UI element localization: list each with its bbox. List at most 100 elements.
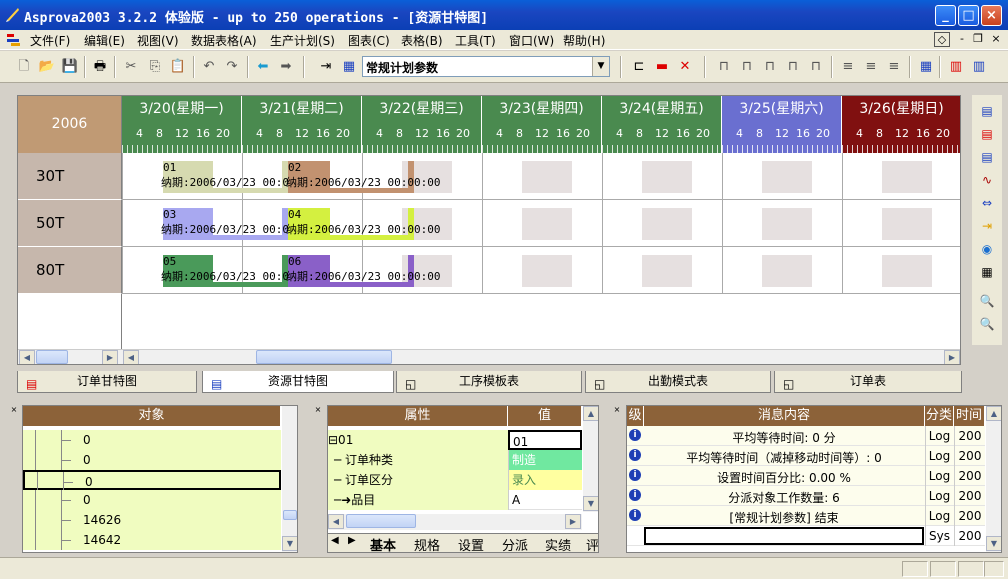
resource-80t[interactable]: 80T — [18, 247, 122, 294]
property-row[interactable]: ─➜品目 A — [328, 490, 582, 510]
undo-icon[interactable]: ↶ — [199, 57, 219, 77]
tab-attendance-pattern[interactable]: ◱ 出勤模式表 — [585, 371, 771, 393]
message-row[interactable]: Sys 200 — [627, 526, 985, 546]
close-button[interactable]: × — [981, 5, 1002, 26]
link-icon[interactable]: ⊏ — [629, 57, 649, 77]
zoom-out-icon[interactable]: 🔍 — [977, 314, 997, 334]
scroll-right-icon[interactable]: ▶ — [565, 514, 581, 529]
message-row[interactable]: i [常规计划参数] 结束 Log 200 — [627, 506, 985, 526]
run-command-icon[interactable]: ⇥ — [316, 57, 336, 77]
scroll-right-icon[interactable]: ▶ — [944, 350, 960, 364]
menu-production-plan[interactable]: 生产计划(S) — [270, 32, 335, 49]
align-5-icon[interactable]: ⊓ — [806, 57, 826, 77]
operation-bar[interactable]: 03 纳期:2006/03/23 00:00 — [161, 208, 296, 240]
object-item[interactable]: 14642 — [23, 530, 281, 550]
forward-arrow-icon[interactable]: ➡ — [276, 57, 296, 77]
resource-30t[interactable]: 30T — [18, 153, 122, 200]
message-scrollbar[interactable]: ▲ ▼ — [986, 406, 1001, 552]
scroll-left-icon[interactable]: ◀ — [19, 350, 35, 364]
property-row[interactable]: ─ 订单种类 制造 — [328, 450, 582, 470]
object-scrollbar[interactable]: ▼ — [282, 406, 297, 552]
maximize-button[interactable]: □ — [958, 5, 979, 26]
row-header-scrollbar[interactable]: ◀ ▶ — [18, 349, 122, 364]
menu-tools[interactable]: 工具(T) — [455, 32, 496, 49]
tab-setting[interactable]: 设置 — [458, 535, 484, 552]
pin-icon[interactable]: × — [313, 405, 323, 425]
tab-basic[interactable]: 基本 — [370, 535, 396, 552]
pin-icon[interactable]: × — [612, 405, 622, 425]
layout-1-icon[interactable]: ≡ — [838, 57, 858, 77]
property-row[interactable]: ─ 订单区分 录入 — [328, 470, 582, 490]
grid-icon[interactable]: ▦ — [916, 57, 936, 77]
message-row[interactable]: i 分派对象工作数量: 6 Log 200 — [627, 486, 985, 506]
object-item[interactable]: 0 — [23, 470, 281, 492]
property-hscrollbar[interactable]: ◀ ▶ — [328, 514, 582, 530]
copy-icon[interactable]: ⎘ — [145, 57, 165, 77]
scroll-right-icon[interactable]: ▶ — [102, 350, 118, 364]
bar-chart-icon[interactable]: ▥ — [946, 57, 966, 77]
align-3-icon[interactable]: ⊓ — [760, 57, 780, 77]
zoom-in-icon[interactable]: 🔍 — [977, 291, 997, 311]
align-4-icon[interactable]: ⊓ — [783, 57, 803, 77]
object-item[interactable]: 0 — [23, 450, 281, 470]
scrollbar-thumb[interactable] — [283, 510, 297, 520]
operation-bar[interactable]: 01 纳期:2006/03/23 00:00 — [161, 161, 296, 193]
expand-horizontal-icon[interactable]: ⇔ — [977, 193, 997, 213]
scroll-up-icon[interactable]: ▲ — [986, 406, 1001, 421]
property-value[interactable]: 制造 — [508, 450, 582, 470]
mdi-close-button[interactable]: × — [988, 32, 1004, 47]
tab-order-gantt[interactable]: ▤ 订单甘特图 — [17, 371, 197, 393]
mdi-restore-button[interactable]: ❐ — [970, 32, 986, 47]
tab-prev-icon[interactable]: ◀ — [331, 535, 339, 546]
property-value[interactable]: A — [508, 490, 582, 510]
chevron-down-icon[interactable]: ▼ — [592, 57, 609, 76]
calendar-icon[interactable]: ▦ — [977, 262, 997, 282]
message-row[interactable]: i 平均等待时间: 0 分 Log 200 — [627, 426, 985, 446]
tab-order-table[interactable]: ◱ 订单表 — [774, 371, 962, 393]
scrollbar-thumb[interactable] — [346, 514, 416, 528]
scroll-down-icon[interactable]: ▼ — [986, 536, 1001, 551]
property-value[interactable]: 录入 — [508, 470, 582, 490]
align-2-icon[interactable]: ⊓ — [737, 57, 757, 77]
tab-process-template[interactable]: ◱ 工序模板表 — [396, 371, 582, 393]
scroll-down-icon[interactable]: ▼ — [282, 536, 297, 551]
menu-table[interactable]: 表格(B) — [401, 32, 443, 49]
scroll-left-icon[interactable]: ◀ — [123, 350, 139, 364]
back-arrow-icon[interactable]: ⬅ — [253, 57, 273, 77]
operation-bar[interactable]: 06 纳期:2006/03/23 00:00:00 — [286, 255, 440, 287]
save-icon[interactable]: 💾 — [60, 57, 80, 77]
tab-actual[interactable]: 实绩 — [545, 535, 571, 552]
operation-bar[interactable]: 05 纳期:2006/03/23 00:00 — [161, 255, 296, 287]
menu-data-table[interactable]: 数据表格(A) — [191, 32, 257, 49]
tab-spec[interactable]: 规格 — [414, 535, 440, 552]
mdi-app-icon[interactable] — [7, 33, 23, 47]
command-combo[interactable]: 常规计划参数 ▼ — [362, 56, 610, 77]
cut-icon[interactable]: ✂ — [121, 57, 141, 77]
message-row[interactable]: i 平均等待时间（减掉移动时间等）: 0 Log 200 — [627, 446, 985, 466]
object-item[interactable]: 0 — [23, 490, 281, 510]
gantt-view-1-icon[interactable]: ▤ — [977, 101, 997, 121]
open-folder-icon[interactable]: 📂 — [37, 57, 57, 77]
tab-resource-gantt[interactable]: ▤ 资源甘特图 — [202, 371, 394, 393]
menu-file[interactable]: 文件(F) — [30, 32, 70, 49]
gantt-view-3-icon[interactable]: ▤ — [977, 147, 997, 167]
line-chart-icon[interactable]: ∿ — [977, 170, 997, 190]
move-icon[interactable]: ⇥ — [977, 216, 997, 236]
layout-3-icon[interactable]: ≡ — [884, 57, 904, 77]
object-item[interactable]: 14626 — [23, 510, 281, 530]
menu-window[interactable]: 窗口(W) — [509, 32, 554, 49]
operation-bar[interactable]: 02 纳期:2006/03/23 00:00:00 — [286, 161, 440, 193]
scroll-left-icon[interactable]: ◀ — [328, 514, 344, 529]
minimize-button[interactable]: _ — [935, 5, 956, 26]
menu-view[interactable]: 视图(V) — [137, 32, 179, 49]
operation-bar[interactable]: 04 纳期:2006/03/23 00:00:00 — [286, 208, 440, 240]
globe-icon[interactable]: ◉ — [977, 239, 997, 259]
delete-icon[interactable]: ✕ — [675, 57, 695, 77]
tab-dispatch[interactable]: 分派 — [502, 535, 528, 552]
scroll-up-icon[interactable]: ▲ — [583, 406, 598, 421]
object-item[interactable]: 0 — [23, 430, 281, 450]
color-bars-icon[interactable]: ▬ — [652, 57, 672, 77]
scrollbar-thumb[interactable] — [256, 350, 392, 364]
tab-next-icon[interactable]: ▶ — [348, 535, 356, 546]
tab-eval[interactable]: 评 — [586, 535, 598, 552]
